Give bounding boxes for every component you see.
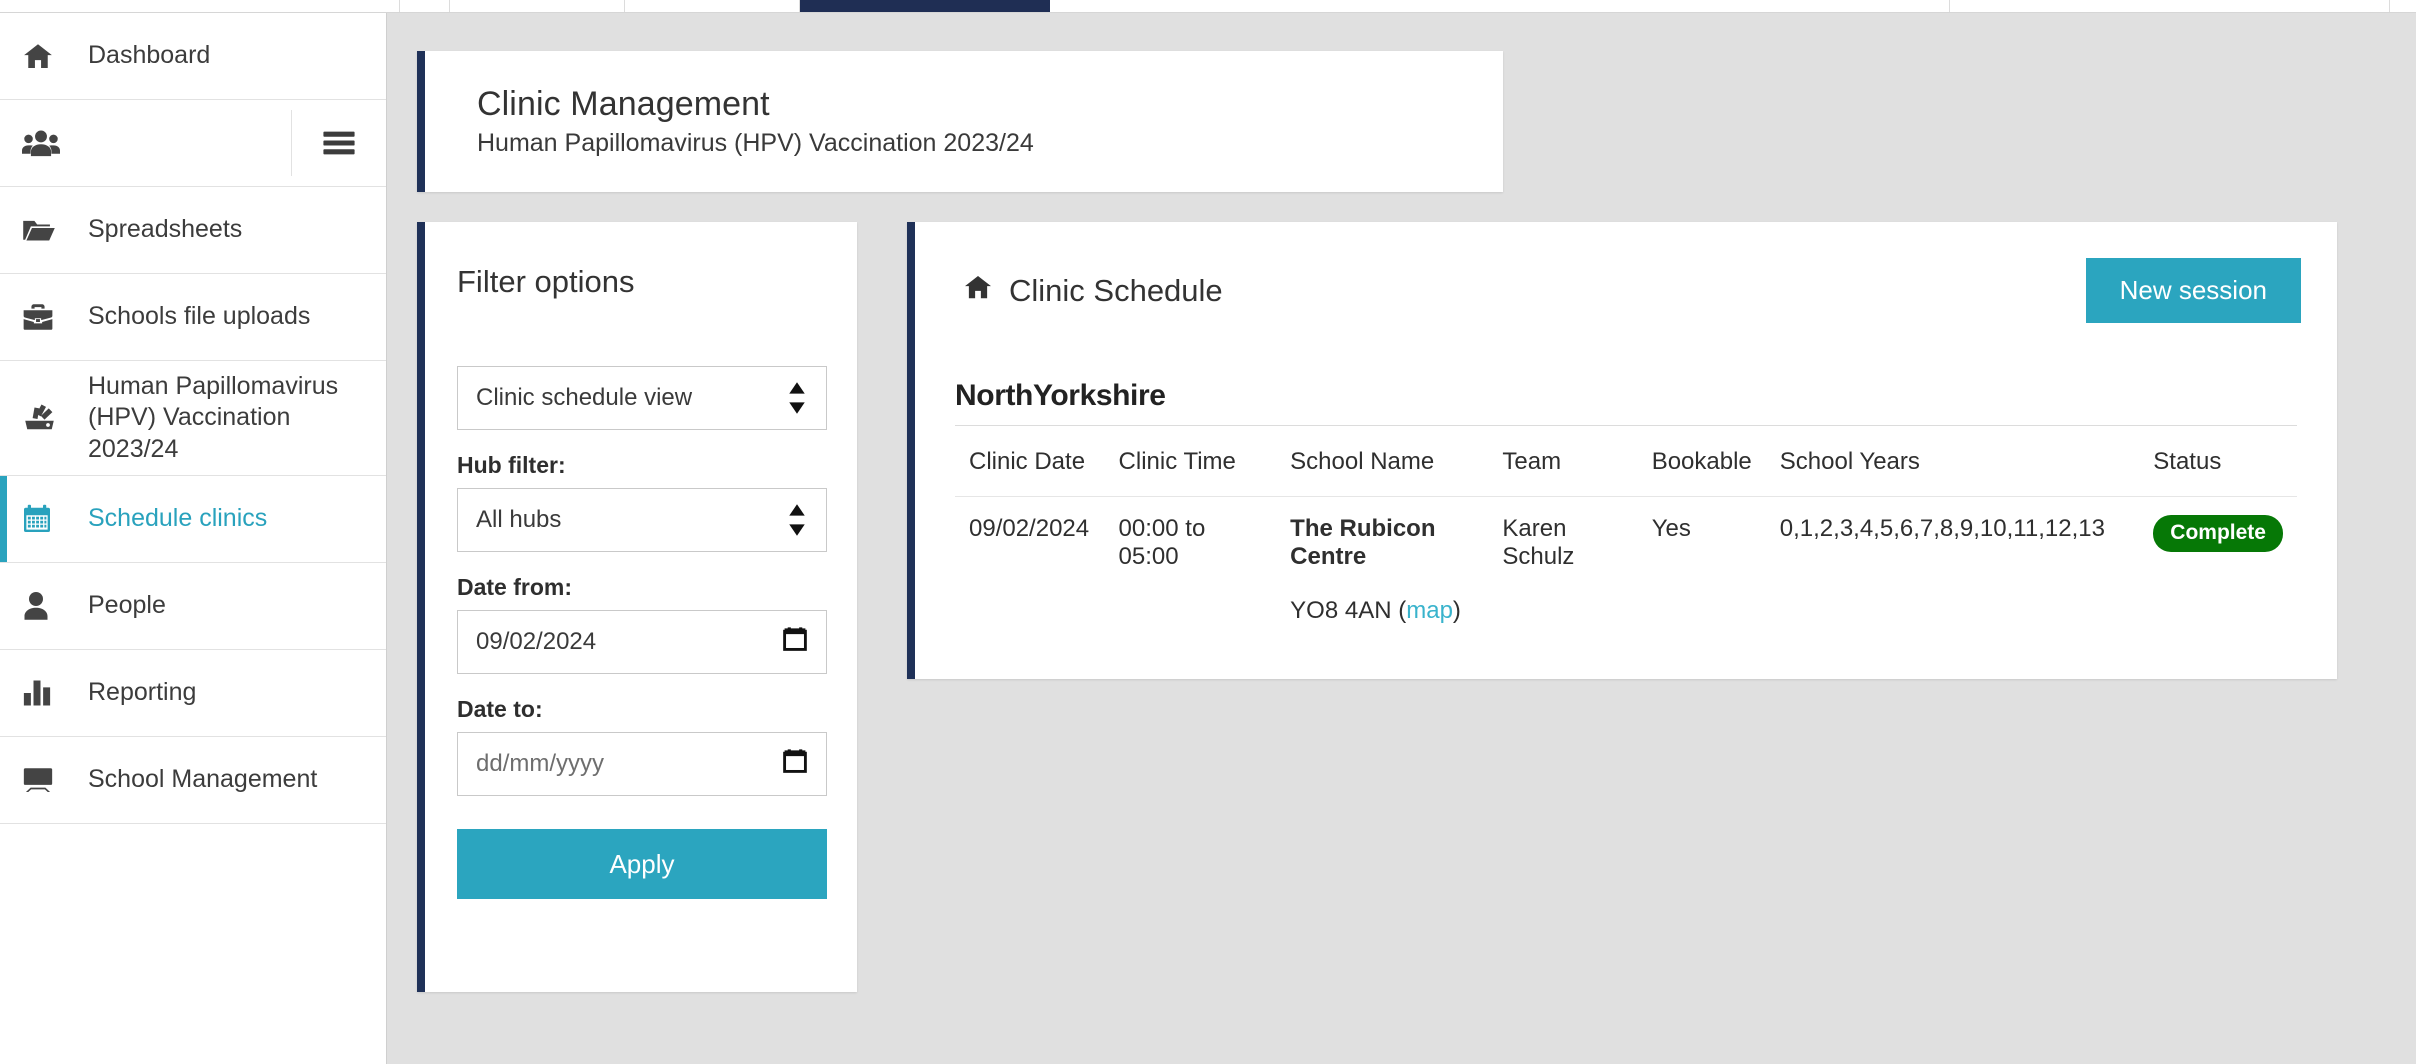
top-nav-segment-5[interactable] — [1050, 0, 1950, 12]
sidebar-item-schools-file-uploads[interactable]: Schools file uploads — [0, 274, 386, 361]
date-to-input[interactable]: dd/mm/yyyy — [457, 732, 827, 797]
top-nav-spacer — [0, 0, 400, 12]
bar-chart-icon — [22, 679, 66, 707]
table-head: Clinic Date Clinic Time School Name Team… — [955, 426, 2297, 498]
sidebar-item-label: Reporting — [88, 678, 197, 707]
cell-bookable: Yes — [1651, 515, 1691, 543]
content-columns: Filter options Clinic schedule view Hub … — [417, 222, 2416, 993]
detail-spacer-2 — [1105, 579, 1277, 633]
top-nav-segment-7[interactable] — [2390, 0, 2416, 12]
column-header-bookable[interactable]: Bookable — [1637, 426, 1766, 498]
cell-school-name: The Rubicon Centre — [1290, 515, 1436, 571]
apply-button[interactable]: Apply — [457, 829, 827, 900]
cell-clinic-time: 00:00 to 05:00 — [1118, 515, 1206, 571]
filter-options-panel: Filter options Clinic schedule view Hub … — [417, 222, 857, 993]
top-nav-segment-2[interactable] — [450, 0, 625, 12]
cell-postcode: YO8 4AN (map) — [1276, 579, 2297, 633]
table-row-detail: YO8 4AN (map) — [955, 579, 2297, 633]
sidebar-empty-space — [0, 823, 386, 1064]
date-from-input[interactable]: 09/02/2024 — [457, 610, 827, 675]
top-nav-segment-1[interactable] — [400, 0, 450, 12]
status-badge: Complete — [2153, 515, 2283, 553]
calendar-picker-icon[interactable] — [782, 748, 808, 781]
sidebar-item-label: Schedule clinics — [88, 504, 268, 533]
app-root: Dashboard Spreadsheets Schools file uplo… — [0, 0, 2416, 1064]
sidebar-item-hpv-vaccination[interactable]: Human Papillomavirus (HPV) Vaccination 2… — [0, 361, 386, 476]
main-content: Clinic Management Human Papillomavirus (… — [387, 13, 2416, 1064]
hub-filter-select-value: All hubs — [476, 506, 562, 534]
clinic-view-select[interactable]: Clinic schedule view — [457, 366, 827, 431]
sidebar-item-label: School Management — [88, 765, 318, 794]
page-title: Clinic Management — [477, 85, 770, 123]
people-group-icon — [22, 128, 66, 158]
sidebar-item-people[interactable]: People — [0, 562, 386, 650]
person-icon — [22, 591, 66, 621]
desktop-icon — [22, 766, 66, 794]
column-header-team[interactable]: Team — [1488, 426, 1638, 498]
table-body: 09/02/2024 00:00 to 05:00 The Rubicon Ce… — [955, 497, 2297, 634]
sort-updown-icon — [786, 503, 808, 537]
table-header-row: Clinic Date Clinic Time School Name Team… — [955, 426, 2297, 498]
cell-school-years: 0,1,2,3,4,5,6,7,8,9,10,11,12,13 — [1779, 515, 2105, 543]
column-header-school-years[interactable]: School Years — [1765, 426, 2140, 498]
home-icon — [22, 40, 66, 72]
date-from-value: 09/02/2024 — [476, 628, 597, 656]
fan-vaccination-icon — [22, 403, 66, 433]
sidebar-item-reporting[interactable]: Reporting — [0, 649, 386, 737]
sidebar: Dashboard Spreadsheets Schools file uplo… — [0, 13, 387, 1064]
filter-options-title: Filter options — [457, 264, 635, 300]
body-row: Dashboard Spreadsheets Schools file uplo… — [0, 13, 2416, 1064]
paren-close: ) — [1452, 597, 1461, 625]
top-nav-segment-6[interactable] — [1950, 0, 2390, 12]
column-header-clinic-time[interactable]: Clinic Time — [1104, 426, 1277, 498]
sidebar-item-label: People — [88, 591, 166, 620]
column-header-status[interactable]: Status — [2139, 426, 2297, 498]
top-nav-segment-3[interactable] — [625, 0, 800, 12]
clinic-schedule-panel: Clinic Schedule New session NorthYorkshi… — [907, 222, 2337, 680]
region-heading: NorthYorkshire — [955, 379, 1166, 413]
hub-filter-label: Hub filter: — [457, 452, 566, 479]
detail-spacer-1 — [955, 579, 1105, 633]
date-to-label: Date to: — [457, 696, 543, 723]
sidebar-item-dashboard[interactable]: Dashboard — [0, 13, 386, 100]
sidebar-item-spreadsheets[interactable]: Spreadsheets — [0, 187, 386, 274]
cell-status: Complete — [2139, 497, 2297, 580]
briefcase-icon — [22, 303, 66, 331]
hamburger-menu-icon[interactable] — [291, 110, 386, 176]
page-subtitle: Human Papillomavirus (HPV) Vaccination 2… — [477, 129, 1034, 158]
clinic-schedule-table: Clinic Date Clinic Time School Name Team… — [955, 426, 2297, 633]
sidebar-item-schedule-clinics[interactable]: Schedule clinics — [0, 475, 386, 563]
column-header-clinic-date[interactable]: Clinic Date — [955, 426, 1105, 498]
sidebar-item-label: Spreadsheets — [88, 215, 243, 244]
top-navigation-bar — [0, 0, 2416, 13]
page-header-card: Clinic Management Human Papillomavirus (… — [417, 51, 1503, 193]
map-link[interactable]: map — [1406, 597, 1453, 624]
hub-filter-select[interactable]: All hubs — [457, 488, 827, 553]
clinic-view-select-value: Clinic schedule view — [476, 384, 693, 412]
clinic-schedule-header: Clinic Schedule New session — [915, 258, 2337, 324]
column-header-school-name[interactable]: School Name — [1276, 426, 1489, 498]
sidebar-item-school-management[interactable]: School Management — [0, 736, 386, 824]
folder-open-icon — [22, 216, 66, 244]
sidebar-item-label: Dashboard — [88, 41, 211, 70]
date-from-label: Date from: — [457, 574, 573, 601]
new-session-button[interactable]: New session — [2085, 258, 2301, 324]
calendar-picker-icon[interactable] — [782, 626, 808, 659]
top-nav-segment-active[interactable] — [800, 0, 1050, 12]
clinic-schedule-title: Clinic Schedule — [963, 272, 1223, 310]
home-icon — [963, 272, 993, 310]
sidebar-item-people-group[interactable] — [0, 100, 386, 187]
sidebar-item-label: Schools file uploads — [88, 302, 311, 331]
date-to-placeholder: dd/mm/yyyy — [476, 750, 605, 778]
cell-team: Karen Schulz — [1502, 515, 1575, 571]
sidebar-item-label: Human Papillomavirus (HPV) Vaccination 2… — [88, 372, 339, 463]
cell-clinic-date: 09/02/2024 — [969, 515, 1090, 543]
table-row[interactable]: 09/02/2024 00:00 to 05:00 The Rubicon Ce… — [955, 497, 2297, 580]
calendar-icon — [22, 504, 66, 534]
clinic-schedule-title-text: Clinic Schedule — [1009, 272, 1223, 308]
sort-updown-icon — [786, 381, 808, 415]
postcode-text: YO8 4AN — [1290, 597, 1392, 625]
